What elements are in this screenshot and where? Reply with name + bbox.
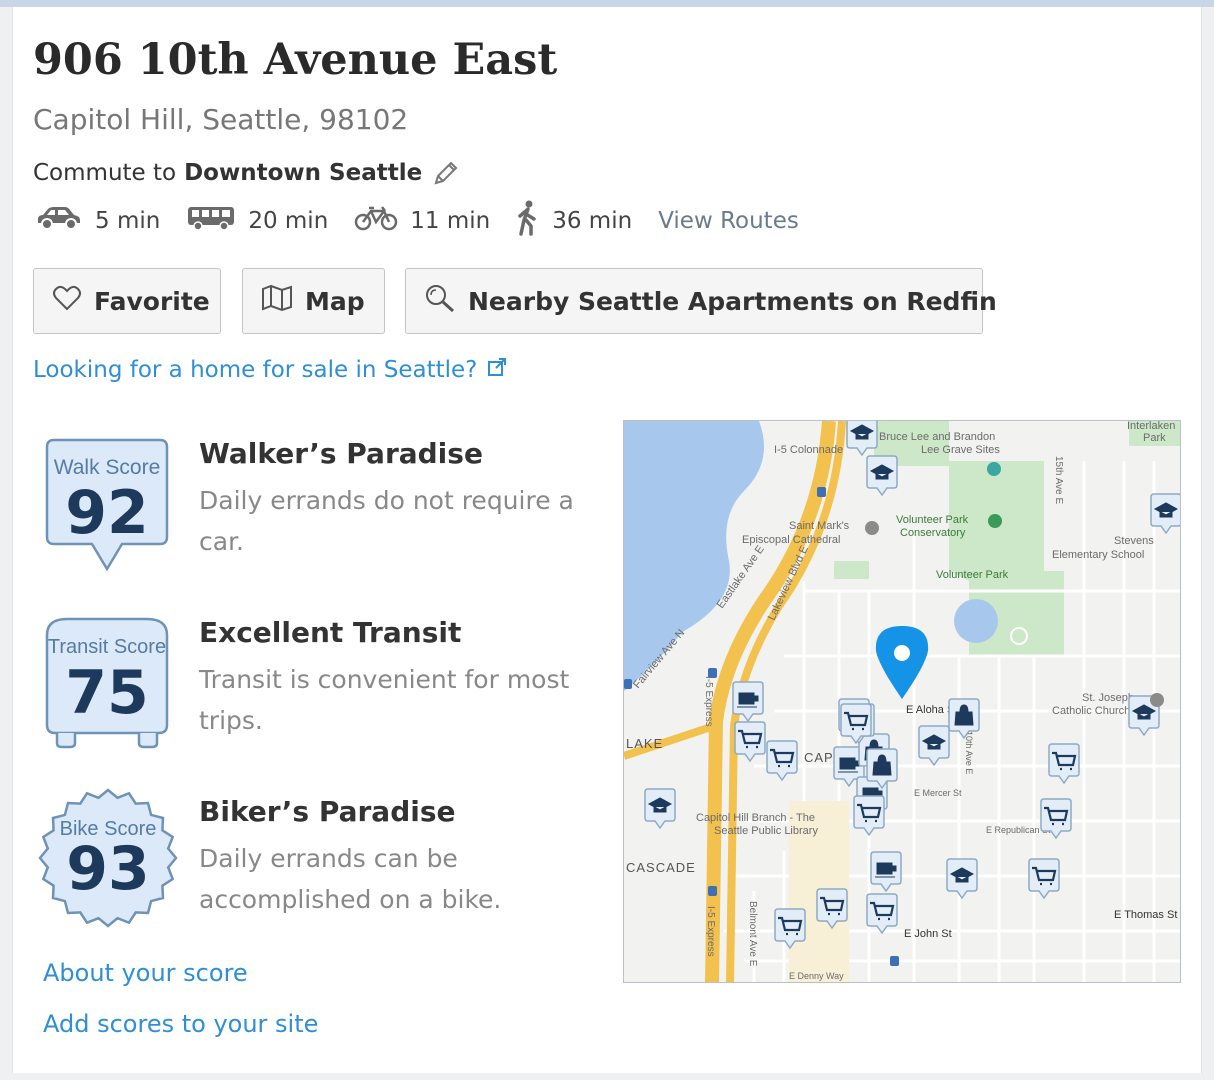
favorite-button[interactable]: Favorite (33, 268, 221, 334)
nearby-label: Nearby Seattle Apartments on Redfin (468, 286, 997, 316)
map-icon (261, 284, 305, 318)
search-icon (424, 283, 468, 319)
bike-score-description: Daily errands can be accomplished on a b… (199, 844, 502, 914)
label-interlaken-2: Park (1143, 432, 1166, 444)
walk-score-value: 92 (65, 478, 149, 548)
add-scores-link[interactable]: Add scores to your site (43, 1010, 318, 1038)
label-conservatory-1: Volunteer Park (896, 514, 969, 526)
page-title: 906 10th Avenue East (33, 35, 558, 85)
neighborhood-map[interactable]: I-5 Colonnade Bruce Lee and Brandon Lee … (623, 420, 1181, 983)
bus-time: 20 min (248, 208, 329, 234)
transit-score-description: Transit is convenient for most trips. (199, 665, 570, 735)
label-st-marks-1: Saint Mark's (789, 520, 850, 532)
walk-score-description: Daily errands do not require a car. (199, 486, 574, 556)
bus-icon (186, 205, 248, 237)
label-stevens-1: Stevens (1114, 535, 1154, 547)
school-poi-icon[interactable] (946, 858, 978, 900)
cart-poi-icon[interactable] (853, 795, 885, 837)
heart-icon (52, 284, 94, 318)
about-score-link[interactable]: About your score (43, 959, 248, 987)
cart-poi-icon[interactable] (766, 740, 798, 782)
top-border (0, 0, 1214, 7)
cart-poi-icon[interactable] (734, 721, 766, 763)
transit-score-badge[interactable]: Transit Score 75 (37, 613, 177, 757)
map-label: Map (305, 286, 365, 316)
commute-line: Commute to Downtown Seattle (33, 159, 460, 187)
label-conservatory-2: Conservatory (900, 527, 966, 539)
label-cascade: CASCADE (626, 860, 696, 875)
home-for-sale-text: Looking for a home for sale in Seattle? (33, 357, 478, 383)
bike-time: 11 min (410, 208, 491, 234)
car-time: 5 min (95, 208, 161, 234)
label-colonnade: I-5 Colonnade (774, 444, 843, 456)
score-card: 906 10th Avenue East Capitol Hill, Seatt… (12, 7, 1202, 1073)
label-st-joseph-1: St. Joseph (1082, 692, 1134, 704)
school-poi-icon[interactable] (866, 455, 898, 497)
label-i5-express-2: I-5 Express (705, 906, 716, 957)
label-belmont: Belmont Ave E (747, 901, 758, 967)
school-poi-icon[interactable] (644, 788, 676, 830)
commute-prefix: Commute to (33, 160, 177, 186)
cart-poi-icon[interactable] (866, 893, 898, 935)
label-library-1: Capitol Hill Branch - The (696, 812, 815, 824)
mode-car: 5 min (35, 205, 160, 237)
label-interlaken-1: Interlaken (1127, 421, 1175, 432)
school-poi-icon[interactable] (918, 725, 950, 767)
nearby-apartments-button[interactable]: Nearby Seattle Apartments on Redfin (405, 268, 997, 334)
transit-score-label: Transit Score (48, 636, 166, 658)
mode-walk: 36 min (516, 200, 632, 242)
label-bruce-lee-1: Bruce Lee and Brandon (879, 431, 995, 443)
map-button[interactable]: Map (242, 268, 385, 334)
label-mercer: E Mercer St (914, 788, 962, 798)
cart-poi-icon[interactable] (1048, 743, 1080, 785)
label-john: E John St (904, 928, 952, 940)
walk-icon (516, 200, 552, 242)
bike-score-badge[interactable]: Bike Score 93 (35, 785, 181, 935)
location-pin-icon[interactable] (875, 626, 929, 699)
bike-icon (354, 204, 410, 238)
walk-score-title: Walker’s Paradise (199, 437, 483, 470)
label-volunteer-park: Volunteer Park (936, 569, 1009, 581)
walk-score-label: Walk Score (54, 456, 161, 479)
external-link-icon (477, 357, 507, 383)
bike-score-value: 93 (66, 834, 150, 904)
mode-bike: 11 min (354, 204, 490, 238)
pencil-icon[interactable] (432, 159, 460, 187)
walk-time: 36 min (552, 208, 633, 234)
label-i5-express-1: I-5 Express (703, 676, 714, 727)
transit-score-title: Excellent Transit (199, 616, 462, 649)
label-library-2: Seattle Public Library (714, 825, 818, 837)
label-stevens-2: Elementary School (1052, 549, 1144, 561)
bike-score-title: Biker’s Paradise (199, 795, 456, 828)
mode-bus: 20 min (186, 205, 328, 237)
label-lake: LAKE (626, 736, 663, 751)
commute-destination[interactable]: Downtown Seattle (184, 160, 422, 186)
label-denny: E Denny Way (789, 971, 844, 981)
home-for-sale-link[interactable]: Looking for a home for sale in Seattle? (33, 357, 507, 383)
label-bruce-lee-2: Lee Grave Sites (921, 444, 1000, 456)
school-poi-icon[interactable] (846, 421, 878, 457)
transit-score-value: 75 (65, 658, 149, 728)
coffee-poi-icon[interactable] (870, 851, 902, 893)
label-15th-ave: 15th Ave E (1053, 456, 1064, 505)
favorite-label: Favorite (94, 286, 210, 316)
neighborhood-subtitle: Capitol Hill, Seattle, 98102 (33, 103, 409, 136)
view-routes-link[interactable]: View Routes (658, 208, 799, 234)
small-park (834, 561, 869, 579)
commute-modes: 5 min 20 min 11 min 36 min View Routes (35, 200, 799, 242)
label-10th-ave: 10th Ave E (964, 731, 974, 774)
reservoir (954, 599, 998, 643)
car-icon (35, 205, 95, 237)
label-st-joseph-2: Catholic Church (1052, 705, 1130, 717)
walk-score-badge[interactable]: Walk Score 92 (37, 435, 177, 579)
label-thomas: E Thomas St (1114, 909, 1177, 921)
